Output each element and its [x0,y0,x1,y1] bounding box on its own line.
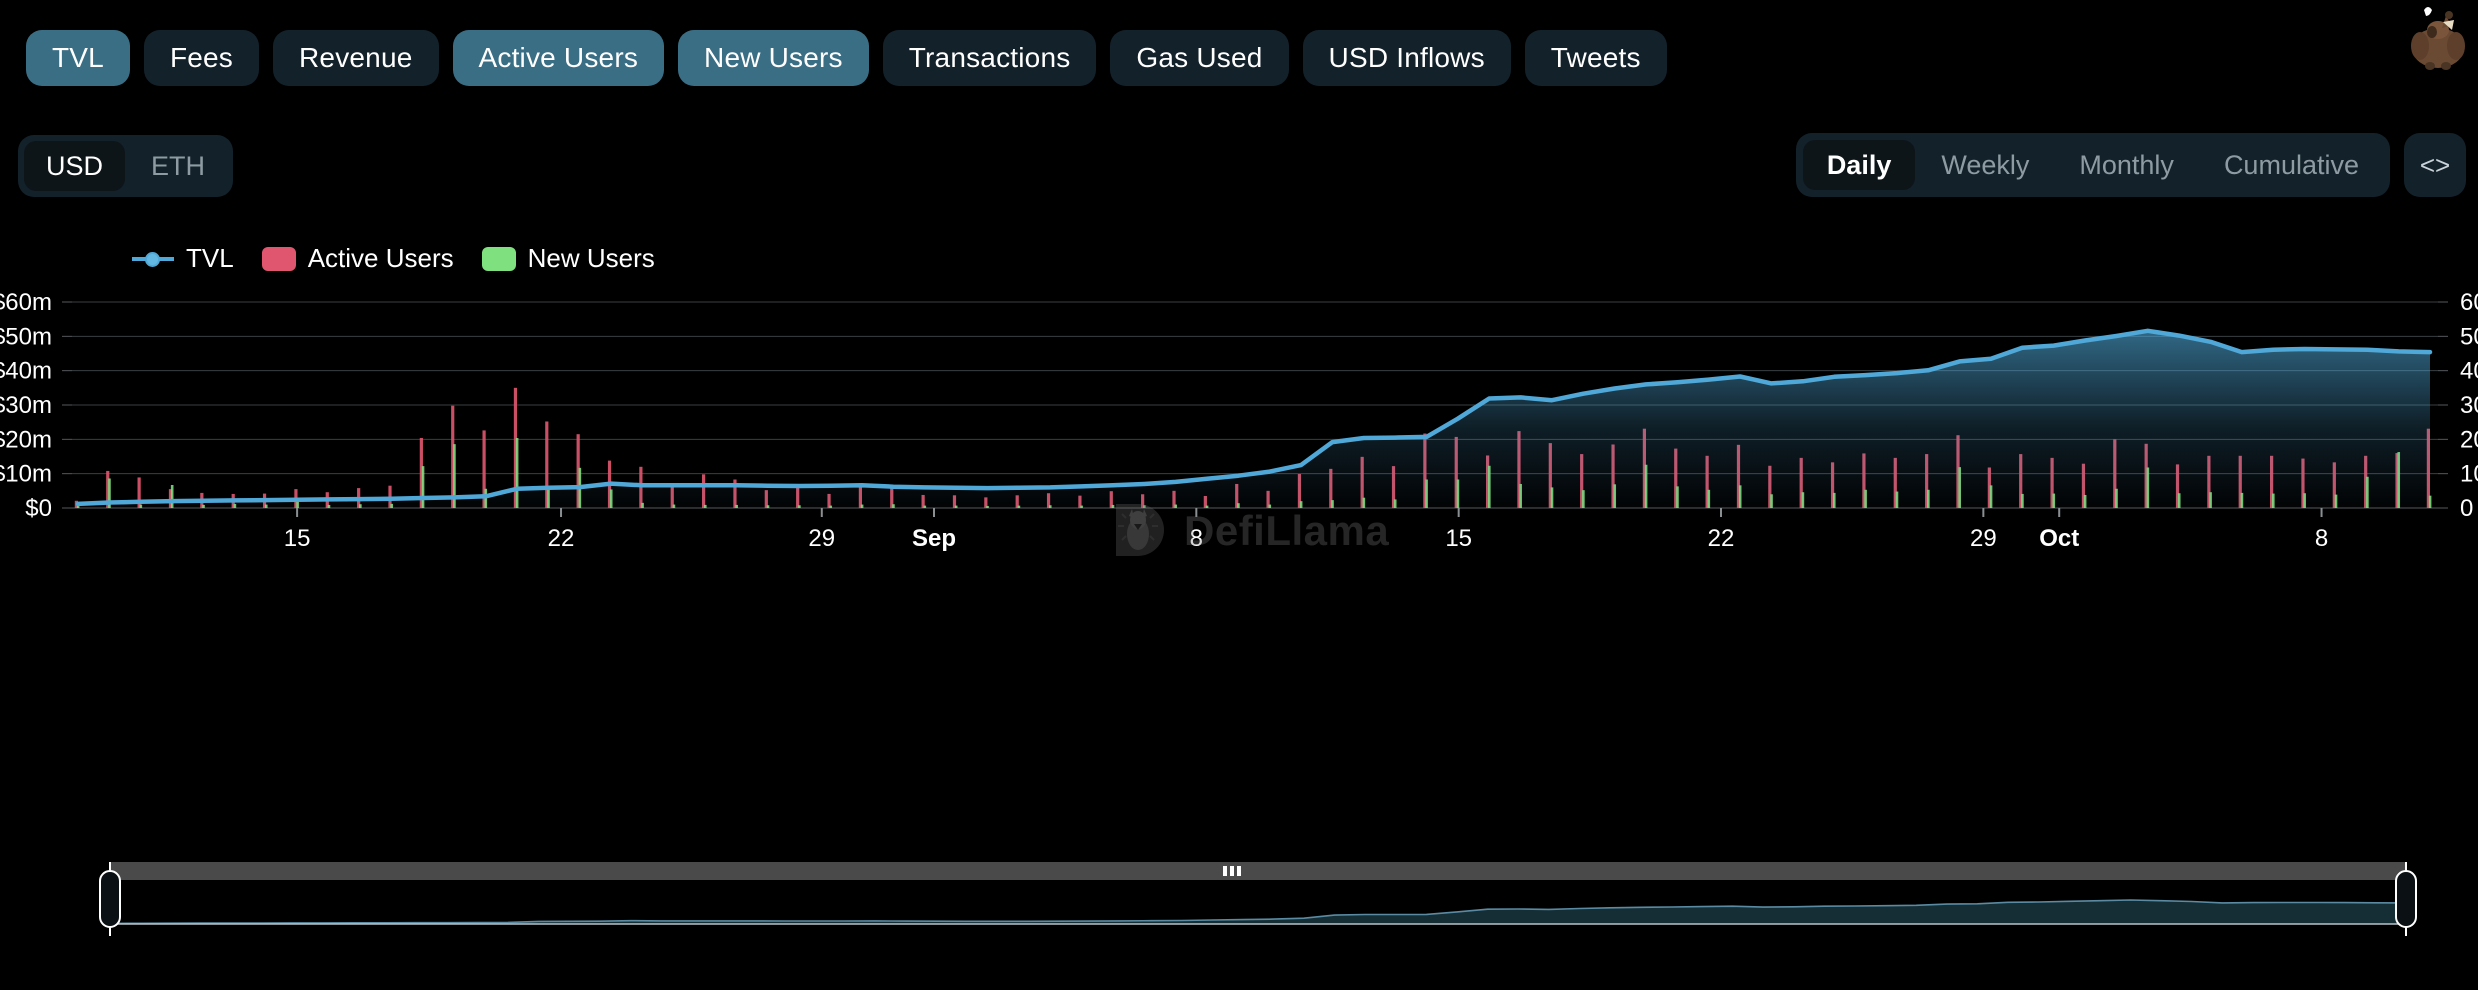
chart-legend: TVL Active Users New Users [132,243,655,274]
legend-item-new-users[interactable]: New Users [482,243,655,274]
interval-option-weekly[interactable]: Weekly [1917,140,2053,190]
legend-swatch [262,247,296,271]
right-axis-tick-label: 20k [2460,426,2478,453]
brush-left-handle[interactable] [99,870,121,928]
legend-line-marker [132,250,174,268]
metric-tab-fees[interactable]: Fees [144,30,259,86]
defillama-chart-page: TVLFeesRevenueActive UsersNew UsersTrans… [0,0,2478,990]
drag-grip-icon[interactable] [1223,866,1241,876]
left-axis-tick-label: $0 [25,495,52,522]
interval-option-cumulative[interactable]: Cumulative [2200,140,2383,190]
x-axis-tick-label: 22 [1708,525,1735,552]
metric-tab-tweets[interactable]: Tweets [1525,30,1667,86]
legend-label: TVL [186,243,234,274]
x-axis-tick-label: 22 [548,525,575,552]
x-axis-tick-label: 29 [808,525,835,552]
interval-toggle: DailyWeeklyMonthlyCumulative [1796,133,2390,197]
currency-option-usd[interactable]: USD [24,141,125,191]
left-axis-tick-label: $60m [0,289,52,316]
chart-plot-area[interactable]: $0 0 $10m 10k $20m 20k $30m 30k $40m 40k $50m 50k $6… [0,280,2478,840]
llama-mascot-icon[interactable] [2402,2,2474,70]
left-axis-tick-label: $10m [0,461,52,488]
legend-item-tvl[interactable]: TVL [132,243,234,274]
right-axis-tick-label: 50k [2460,323,2478,350]
metric-tab-transactions[interactable]: Transactions [883,30,1097,86]
right-axis-tick-label: 60k [2460,289,2478,316]
x-axis-tick-label: 29 [1970,525,1997,552]
metric-tab-revenue[interactable]: Revenue [273,30,438,86]
metric-tab-tvl[interactable]: TVL [26,30,130,86]
brush-right-handle[interactable] [2395,870,2417,928]
brush-selected-range[interactable] [110,862,2406,880]
tvl-area-fill [78,331,2430,508]
brush-area-fill [110,900,2406,924]
left-axis-tick-label: $20m [0,426,52,453]
code-icon[interactable]: <> [2404,133,2466,197]
right-axis-tick-label: 0 [2460,495,2473,522]
legend-label: New Users [528,243,655,274]
metric-tab-gas-used[interactable]: Gas Used [1110,30,1288,86]
x-axis-tick-label: 8 [1190,525,1203,552]
left-axis-tick-label: $30m [0,392,52,419]
chart-datazoom-brush[interactable] [72,862,2444,930]
legend-label: Active Users [308,243,454,274]
currency-option-eth[interactable]: ETH [129,141,227,191]
metric-tab-new-users[interactable]: New Users [678,30,869,86]
right-axis-tick-label: 10k [2460,461,2478,488]
interval-option-daily[interactable]: Daily [1803,140,1916,190]
currency-toggle: USDETH [18,135,233,197]
left-axis-tick-label: $50m [0,323,52,350]
interval-option-monthly[interactable]: Monthly [2055,140,2198,190]
right-axis-tick-label: 30k [2460,392,2478,419]
legend-item-active-users[interactable]: Active Users [262,243,454,274]
left-axis-tick-label: $40m [0,358,52,385]
right-axis-tick-label: 40k [2460,358,2478,385]
x-axis-tick-label: 15 [284,525,311,552]
x-axis-tick-label: Oct [2039,525,2079,552]
metric-tab-bar: TVLFeesRevenue Active UsersNew UsersTrans… [26,30,1667,86]
brush-preview-chart [110,880,2406,930]
x-axis-tick-label: 8 [2315,525,2328,552]
x-axis-tick-label: 15 [1445,525,1472,552]
legend-swatch [482,247,516,271]
metric-tab-usd-inflows[interactable]: USD Inflows [1303,30,1511,86]
metric-tab-active-users[interactable]: Active Users [453,30,665,86]
x-axis-tick-label: Sep [912,525,956,552]
